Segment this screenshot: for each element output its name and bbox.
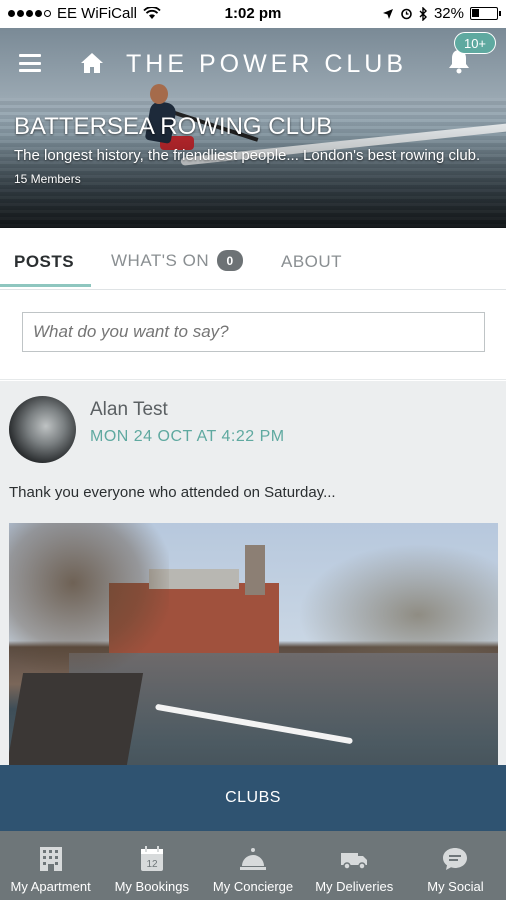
post-feed: Alan Test MON 24 OCT AT 4:22 PM Thank yo… — [0, 381, 506, 831]
author-avatar[interactable] — [9, 396, 76, 463]
location-arrow-icon — [382, 8, 393, 19]
brand-title: THE POWER CLUB — [126, 50, 408, 78]
nav-my-concierge[interactable]: My Concierge — [202, 831, 303, 900]
club-tabs: POSTS WHAT'S ON 0 ABOUT — [0, 228, 506, 290]
nav-my-social[interactable]: My Social — [405, 831, 506, 900]
club-name: BATTERSEA ROWING CLUB — [14, 113, 333, 140]
status-right: 32% — [382, 5, 501, 22]
nav-label: My Bookings — [114, 879, 190, 894]
nav-label: My Deliveries — [315, 879, 394, 894]
club-description-text: The longest history, the friendliest peo… — [14, 147, 481, 164]
nav-label: My Social — [427, 879, 484, 894]
active-tab-indicator — [0, 284, 91, 287]
club-members-count: 15 Members — [14, 172, 81, 186]
composer-area — [0, 290, 506, 380]
post-composer-input[interactable] — [22, 312, 485, 352]
battery-icon — [470, 7, 501, 20]
clubs-button[interactable]: CLUBS — [0, 765, 506, 831]
truck-icon — [341, 853, 368, 870]
nav-my-apartment[interactable]: My Apartment — [0, 831, 101, 900]
club-description: The longest history, the friendliest peo… — [14, 144, 494, 191]
notifications-badge[interactable]: 10+ — [454, 32, 496, 54]
calendar-icon: 12 — [140, 846, 163, 871]
bluetooth-icon — [419, 6, 427, 21]
tab-about-label: ABOUT — [281, 252, 343, 271]
whats-on-count-badge: 0 — [217, 250, 244, 271]
service-bell-icon — [240, 848, 266, 870]
home-icon[interactable] — [80, 52, 104, 74]
chat-bubble-icon — [443, 848, 468, 870]
battery-percent: 32% — [433, 5, 464, 22]
nav-my-bookings[interactable]: 12 My Bookings — [101, 831, 202, 900]
post-text: Thank you everyone who attended on Satur… — [9, 484, 336, 501]
tab-posts-label: POSTS — [14, 252, 75, 271]
hamburger-menu-icon[interactable] — [19, 54, 41, 72]
nav-label: My Apartment — [10, 879, 91, 894]
building-icon — [39, 847, 62, 871]
nav-my-deliveries[interactable]: My Deliveries — [304, 831, 405, 900]
tab-posts[interactable]: POSTS — [14, 252, 74, 272]
app-header: THE POWER CLUB 10+ — [0, 28, 506, 100]
tab-about[interactable]: ABOUT — [281, 252, 342, 272]
tab-whats-on-label: WHAT'S ON — [111, 250, 210, 270]
status-bar: EE WiFiCall 1:02 pm 32% — [0, 0, 506, 28]
bottom-nav: My Apartment 12 My Bookings My Concierge… — [0, 831, 506, 900]
post-author[interactable]: Alan Test — [90, 399, 168, 421]
tab-whats-on[interactable]: WHAT'S ON 0 — [111, 250, 244, 271]
nav-label: My Concierge — [212, 879, 294, 894]
alarm-clock-icon — [401, 8, 412, 20]
svg-text:12: 12 — [146, 859, 158, 870]
post-timestamp: MON 24 OCT AT 4:22 PM — [90, 428, 285, 445]
